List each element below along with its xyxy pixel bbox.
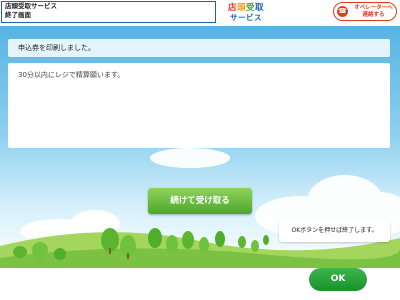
screen-name: 終了画面 [5,11,31,19]
contact-operator-button[interactable]: ☎ オペレーターへ 連絡する [333,2,397,21]
finish-notice: OKボタンを押せば終了します。 [279,220,390,242]
screen-title-box: 店頭受取サービス 終了画面 [1,1,216,23]
ok-button[interactable]: OK [309,268,367,291]
footer-bar: OK [0,268,400,300]
operator-headset-icon: ☎ [337,6,348,17]
brand-logo-subtitle: サービス [230,13,262,22]
status-message: 申込券を印刷しました。 [8,39,390,57]
continue-receiving-button[interactable]: 続けて受け取る [148,188,252,214]
instruction-text: 30分以内にレジで精算願います。 [18,71,125,79]
background-scene: 申込券を印刷しました。 30分以内にレジで精算願います。 続けて受け取る OKボ… [0,26,400,268]
service-title: 店頭受取サービス [5,2,57,10]
instruction-panel: 30分以内にレジで精算願います。 [8,63,390,148]
contact-operator-label: オペレーターへ 連絡する [351,5,396,19]
header-bar: 店頭受取サービス 終了画面 店頭受取 サービス ☎ オペレーターへ 連絡する [0,0,400,26]
contact-operator-label-line1: オペレーターへ [354,5,393,11]
brand-logo: 店頭受取 サービス [228,1,288,23]
contact-operator-label-line2: 連絡する [362,12,385,18]
